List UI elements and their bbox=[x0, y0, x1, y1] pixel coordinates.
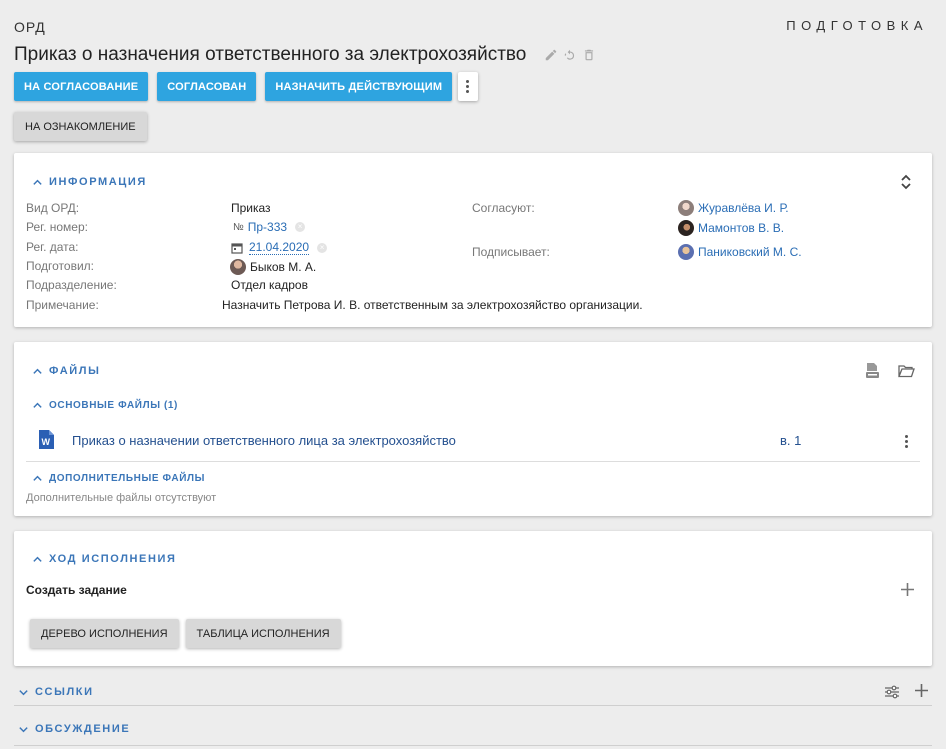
approver-item[interactable]: Мамонтов В. В. bbox=[678, 220, 784, 236]
avatar bbox=[230, 259, 246, 275]
avatar bbox=[678, 244, 694, 260]
chevron-down-icon bbox=[19, 726, 28, 732]
add-link-icon[interactable] bbox=[914, 683, 929, 703]
main-files-heading: ОСНОВНЫЕ ФАЙЛЫ (1) bbox=[49, 400, 178, 411]
extra-files-empty: Дополнительные файлы отсутствуют bbox=[26, 492, 217, 504]
more-vert-icon bbox=[466, 80, 470, 93]
delete-icon[interactable] bbox=[582, 48, 596, 62]
doc-type-label: ОРД bbox=[14, 19, 46, 35]
number-sign: № bbox=[233, 221, 244, 233]
approved-button[interactable]: СОГЛАСОВАН bbox=[157, 72, 257, 101]
execution-card: ХОД ИСПОЛНЕНИЯ Создать задание ДЕРЕВО ИС… bbox=[14, 531, 932, 666]
reg-number-label: Рег. номер: bbox=[26, 220, 88, 234]
links-section: ССЫЛКИ bbox=[14, 680, 932, 706]
execution-section-toggle[interactable]: ХОД ИСПОЛНЕНИЯ bbox=[32, 553, 177, 565]
main-files-toggle[interactable]: ОСНОВНЫЕ ФАЙЛЫ (1) bbox=[32, 400, 178, 411]
file-menu-icon[interactable] bbox=[905, 435, 909, 448]
file-name-link[interactable]: Приказ о назначении ответственного лица … bbox=[72, 433, 456, 448]
kind-label: Вид ОРД: bbox=[26, 201, 80, 215]
department-value: Отдел кадров bbox=[231, 278, 308, 292]
chevron-up-icon bbox=[33, 368, 42, 374]
make-active-button[interactable]: НАЗНАЧИТЬ ДЕЙСТВУЮЩИМ bbox=[265, 72, 453, 101]
chevron-up-icon bbox=[33, 402, 42, 408]
page-title: Приказ о назначения ответственного за эл… bbox=[14, 44, 527, 65]
discussion-heading: ОБСУЖДЕНИЕ bbox=[35, 723, 131, 735]
title-actions bbox=[544, 48, 596, 62]
execution-heading: ХОД ИСПОЛНЕНИЯ bbox=[49, 553, 177, 565]
folder-open-icon[interactable] bbox=[898, 364, 915, 383]
note-label: Примечание: bbox=[26, 298, 99, 312]
approver-item[interactable]: Журавлёва И. Р. bbox=[678, 200, 789, 216]
secondary-actions: НА ОЗНАКОМЛЕНИЕ bbox=[14, 112, 147, 141]
approvers-label: Согласуют: bbox=[472, 201, 535, 215]
reg-date-link[interactable]: 21.04.2020 bbox=[249, 240, 310, 255]
file-version[interactable]: в. 1 bbox=[780, 433, 801, 448]
links-heading: ССЫЛКИ bbox=[35, 686, 94, 698]
signer-item[interactable]: Паниковский М. С. bbox=[678, 244, 802, 260]
prepared-by-value: Быков М. А. bbox=[230, 259, 316, 275]
action-buttons: НА СОГЛАСОВАНИЕ СОГЛАСОВАН НАЗНАЧИТЬ ДЕЙ… bbox=[14, 72, 479, 101]
expand-collapse-icon[interactable] bbox=[900, 174, 912, 195]
approver-name: Журавлёва И. Р. bbox=[698, 201, 789, 215]
execution-buttons: ДЕРЕВО ИСПОЛНЕНИЯ ТАБЛИЦА ИСПОЛНЕНИЯ bbox=[30, 619, 341, 648]
create-task-label: Создать задание bbox=[26, 583, 127, 597]
avatar bbox=[678, 200, 694, 216]
extra-files-toggle[interactable]: ДОПОЛНИТЕЛЬНЫЕ ФАЙЛЫ bbox=[32, 473, 205, 484]
reg-number-link[interactable]: Пр-333 bbox=[248, 220, 287, 234]
discussion-section-toggle[interactable]: ОБСУЖДЕНИЕ bbox=[18, 723, 130, 735]
signer-name: Паниковский М. С. bbox=[698, 245, 802, 259]
scan-icon[interactable] bbox=[865, 362, 880, 384]
info-heading: ИНФОРМАЦИЯ bbox=[49, 176, 147, 188]
execution-table-button[interactable]: ТАБЛИЦА ИСПОЛНЕНИЯ bbox=[185, 619, 341, 648]
title-row: Приказ о назначения ответственного за эл… bbox=[14, 44, 596, 66]
reg-number-value: № Пр-333 × bbox=[233, 220, 306, 234]
files-card: ФАЙЛЫ ОСНОВНЫЕ ФАЙЛЫ (1) W Приказ о назн… bbox=[14, 342, 932, 516]
word-file-icon: W bbox=[38, 429, 55, 450]
avatar bbox=[678, 220, 694, 236]
calendar-icon bbox=[231, 242, 243, 254]
kind-value: Приказ bbox=[231, 201, 271, 215]
refresh-icon[interactable] bbox=[563, 48, 577, 62]
clear-icon[interactable]: × bbox=[295, 222, 306, 232]
more-actions-button[interactable] bbox=[458, 72, 479, 101]
status-label: ПОДГОТОВКА bbox=[786, 18, 928, 33]
chevron-up-icon bbox=[33, 179, 42, 185]
department-label: Подразделение: bbox=[26, 278, 117, 292]
files-heading: ФАЙЛЫ bbox=[49, 365, 101, 377]
chevron-up-icon bbox=[33, 556, 42, 562]
info-card: ИНФОРМАЦИЯ Вид ОРД: Рег. номер: Рег. дат… bbox=[14, 153, 932, 327]
signer-label: Подписывает: bbox=[472, 245, 550, 259]
filter-settings-icon[interactable] bbox=[884, 685, 900, 704]
extra-files-heading: ДОПОЛНИТЕЛЬНЫЕ ФАЙЛЫ bbox=[49, 473, 205, 484]
discussion-section: ОБСУЖДЕНИЕ bbox=[14, 717, 932, 746]
prepared-by-label: Подготовил: bbox=[26, 259, 95, 273]
reg-date-value: 21.04.2020 × bbox=[231, 240, 328, 255]
prepared-by-name: Быков М. А. bbox=[250, 260, 317, 274]
add-task-icon[interactable] bbox=[900, 582, 915, 602]
info-section-toggle[interactable]: ИНФОРМАЦИЯ bbox=[32, 176, 147, 188]
edit-icon[interactable] bbox=[544, 48, 558, 62]
approver-name: Мамонтов В. В. bbox=[698, 221, 785, 235]
send-approval-button[interactable]: НА СОГЛАСОВАНИЕ bbox=[14, 72, 149, 101]
chevron-down-icon bbox=[19, 689, 28, 695]
note-value: Назначить Петрова И. В. ответственным за… bbox=[222, 298, 643, 312]
execution-tree-button[interactable]: ДЕРЕВО ИСПОЛНЕНИЯ bbox=[30, 619, 179, 648]
file-row[interactable]: W Приказ о назначении ответственного лиц… bbox=[26, 426, 920, 462]
links-section-toggle[interactable]: ССЫЛКИ bbox=[18, 686, 94, 698]
clear-icon[interactable]: × bbox=[317, 242, 328, 253]
svg-text:W: W bbox=[42, 437, 51, 447]
reg-date-label: Рег. дата: bbox=[26, 240, 79, 254]
chevron-up-icon bbox=[33, 475, 42, 481]
acquaint-button[interactable]: НА ОЗНАКОМЛЕНИЕ bbox=[14, 112, 147, 141]
files-section-toggle[interactable]: ФАЙЛЫ bbox=[32, 365, 100, 377]
